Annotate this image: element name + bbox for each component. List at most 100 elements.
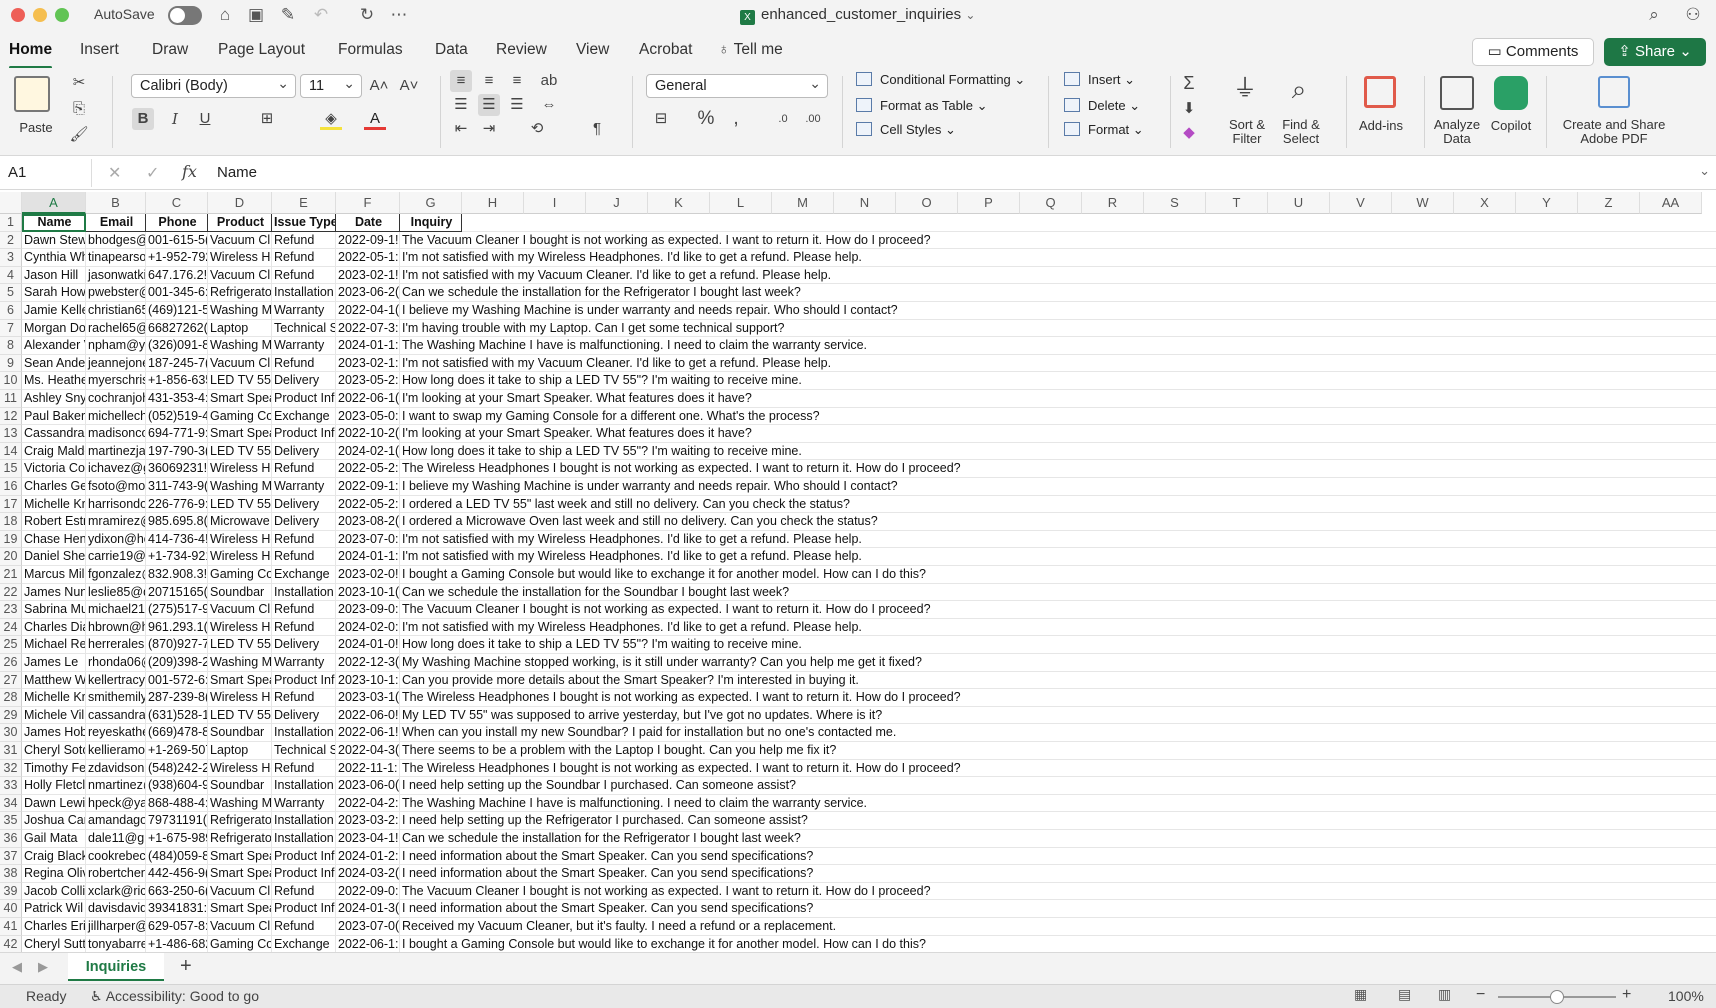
table-cell[interactable]: I need information about the Smart Speak… [400,865,1300,883]
table-cell[interactable]: Product Inf [272,900,336,918]
table-cell[interactable]: Product Inf [272,425,336,443]
table-cell[interactable]: 2022-09-1: [336,478,400,496]
table-cell[interactable]: 2022-06-0! [336,706,400,725]
table-cell[interactable]: jasonwatki [86,266,146,285]
enter-icon[interactable]: ✓ [146,163,159,183]
table-cell[interactable]: How long does it take to ship a LED TV 5… [400,372,1300,390]
table-cell[interactable]: 2022-06-1: [336,935,400,952]
table-cell[interactable]: 001-615-5( [146,231,208,250]
table-cell[interactable]: 2022-04-3( [336,742,400,760]
table-cell[interactable]: Alexander V [22,337,86,355]
table-cell[interactable]: The Washing Machine I have is malfunctio… [400,795,1300,813]
table-cell[interactable]: Refund [272,601,336,619]
table-cell[interactable]: Wireless He [208,530,272,549]
table-cell[interactable]: fsoto@mor [86,478,146,496]
table-cell[interactable]: 985.695.8( [146,513,208,531]
table-cell[interactable]: Washing M [208,478,272,496]
table-cell[interactable]: Warranty [272,794,336,813]
row-header[interactable]: 31 [0,742,22,760]
table-cell[interactable]: zdavidson@ [86,759,146,778]
table-cell[interactable]: michellech [86,407,146,426]
align-top-icon[interactable]: ≡ [450,70,472,92]
table-cell[interactable]: herreralesli [86,636,146,654]
table-cell[interactable]: bhodges@l [86,231,146,250]
table-cell[interactable]: LED TV 55" [208,636,272,654]
row-header[interactable]: 38 [0,865,22,883]
row-header[interactable]: 34 [0,794,22,813]
table-cell[interactable]: Dawn Stew [22,231,86,250]
table-cell[interactable]: 2023-04-1! [336,830,400,848]
table-cell[interactable]: Delivery [272,495,336,514]
orientation-icon[interactable]: ab [538,70,560,92]
table-cell[interactable]: Delivery [272,706,336,725]
table-cell[interactable]: When can you install my new Soundbar? I … [400,724,1300,742]
table-cell[interactable]: Wireless He [208,689,272,707]
table-cell[interactable]: I'm not satisfied with my Vacuum Cleaner… [400,267,1300,285]
table-cell[interactable]: I'm not satisfied with my Wireless Headp… [400,548,1300,566]
table-cell[interactable]: Refund [272,548,336,566]
column-header-j[interactable]: J [586,192,648,214]
column-title[interactable]: Email [86,214,146,232]
row-header[interactable]: 39 [0,882,22,901]
table-cell[interactable]: Microwave [208,513,272,531]
table-cell[interactable]: cassandrap [86,706,146,725]
table-cell[interactable]: Paul Baker [22,407,86,426]
table-cell[interactable]: hbrown@h [86,618,146,637]
increase-decimal-icon[interactable]: .0 [772,108,794,130]
table-cell[interactable]: Refund [272,354,336,373]
row-header[interactable]: 35 [0,812,22,830]
add-ins-label[interactable]: Add-ins [1354,118,1408,133]
sort-filter-icon[interactable]: ⏚ [1228,72,1262,106]
table-cell[interactable]: 197-790-3( [146,442,208,461]
table-cell[interactable]: Installation [272,583,336,602]
cell-styles-button[interactable]: Cell Styles ⌄ [856,122,956,138]
copilot-icon[interactable] [1494,76,1528,110]
table-cell[interactable]: Daniel Shep [22,548,86,566]
table-cell[interactable]: (669)478-8 [146,724,208,742]
column-header-i[interactable]: I [524,192,586,214]
autosave-toggle[interactable] [168,6,202,25]
row-header[interactable]: 6 [0,302,22,320]
table-cell[interactable]: Chase Hens [22,530,86,549]
table-cell[interactable]: 442-456-9( [146,865,208,883]
table-cell[interactable]: 2023-07-0( [336,918,400,936]
table-cell[interactable]: Product Inf [272,865,336,883]
table-cell[interactable]: I'm not satisfied with my Wireless Headp… [400,531,1300,549]
table-cell[interactable]: (326)091-8 [146,337,208,355]
table-cell[interactable]: davisdavid( [86,900,146,918]
number-format-select[interactable]: General [646,72,828,98]
table-cell[interactable]: Matthew W [22,671,86,690]
table-cell[interactable]: Can we schedule the installation for the… [400,284,1300,302]
table-cell[interactable]: Robert Estr [22,513,86,531]
table-cell[interactable]: harrisondo [86,495,146,514]
table-cell[interactable]: Charles Dia [22,618,86,637]
table-cell[interactable]: Warranty [272,478,336,496]
table-cell[interactable]: myerschris [86,372,146,390]
table-cell[interactable]: fgonzalez@ [86,566,146,584]
column-header-f[interactable]: F [336,192,400,214]
table-cell[interactable]: rachel65@ [86,319,146,338]
table-cell[interactable]: The Washing Machine I have is malfunctio… [400,337,1300,355]
table-cell[interactable]: Victoria Co [22,460,86,478]
table-cell[interactable]: Warranty [272,337,336,355]
table-cell[interactable]: Jamie Kelle [22,302,86,320]
table-cell[interactable]: +1-734-921 [146,548,208,566]
fill-icon[interactable]: ⬇ [1178,98,1200,120]
table-cell[interactable]: Smart Spea [208,390,272,408]
table-cell[interactable]: Exchange [272,935,336,952]
table-cell[interactable]: LED TV 55" [208,442,272,461]
table-cell[interactable]: Warranty [272,302,336,320]
find-select-icon[interactable]: ⌕ [1282,72,1316,106]
table-cell[interactable]: Refund [272,882,336,901]
table-cell[interactable]: (548)242-2 [146,759,208,778]
table-cell[interactable]: Product Inf [272,847,336,866]
column-header-p[interactable]: P [958,192,1020,214]
table-cell[interactable]: 868-488-4: [146,794,208,813]
column-header-a[interactable]: A [22,192,86,214]
table-cell[interactable]: 2023-05-2: [336,372,400,390]
conditional-formatting-button[interactable]: Conditional Formatting ⌄ [856,72,1025,88]
row-header[interactable]: 33 [0,777,22,795]
table-cell[interactable]: 694-771-9: [146,425,208,443]
copilot-label[interactable]: Copilot [1486,118,1536,133]
table-cell[interactable]: pwebster@ [86,284,146,302]
